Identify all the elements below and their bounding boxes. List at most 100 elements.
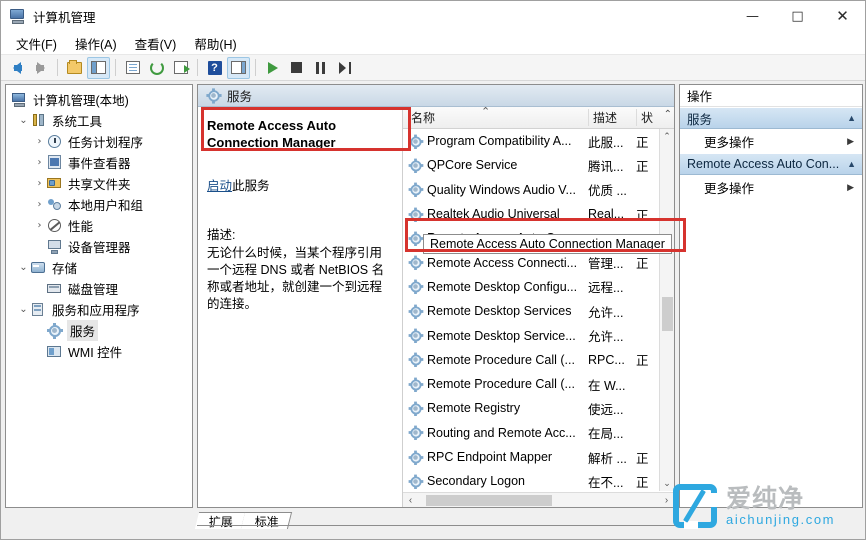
menu-help[interactable]: 帮助(H) — [185, 32, 245, 55]
tree-item-storage[interactable]: ⌄ 存储 — [6, 257, 192, 278]
pause-service-icon[interactable] — [309, 57, 332, 79]
service-name: Remote Access Connecti... — [427, 255, 578, 270]
action-group-label: Remote Access Auto Con... — [687, 157, 840, 171]
help-icon[interactable]: ? — [203, 57, 226, 79]
chevron-up-icon: ⌃ — [663, 109, 672, 120]
service-name: Remote Desktop Configu... — [427, 279, 578, 294]
service-icon — [408, 206, 423, 222]
forward-icon[interactable] — [29, 57, 52, 79]
chevron-right-icon[interactable]: › — [32, 220, 47, 231]
chevron-down-icon[interactable]: ⌄ — [16, 262, 31, 273]
toolbar-separator — [115, 59, 116, 76]
horizontal-scrollbar[interactable]: ‹ › — [403, 492, 674, 507]
back-icon[interactable] — [5, 57, 28, 79]
scroll-right-icon[interactable]: › — [659, 495, 674, 506]
table-row[interactable]: Realtek Audio Universal Real... 正 — [403, 202, 674, 226]
action-item-label: 更多操作 — [704, 181, 755, 196]
column-header-state[interactable]: 状 ⌃ — [636, 109, 674, 126]
tree-item-task-scheduler[interactable]: › 任务计划程序 — [6, 131, 192, 152]
show-action-pane-icon[interactable] — [227, 56, 250, 79]
properties-icon[interactable] — [121, 57, 144, 79]
chevron-right-icon[interactable]: › — [32, 157, 47, 168]
action-item-more-actions-service[interactable]: 更多操作 ▶ — [680, 175, 862, 199]
menu-view[interactable]: 查看(V) — [126, 32, 186, 55]
chevron-down-icon[interactable]: ⌄ — [16, 115, 31, 126]
action-item-more-actions-services[interactable]: 更多操作 ▶ — [680, 129, 862, 153]
service-description: 此服... — [588, 135, 624, 150]
service-name: Quality Windows Audio V... — [427, 182, 576, 197]
start-service-link[interactable]: 启动此服务 — [207, 175, 393, 194]
tab-extended[interactable]: 扩展 — [194, 512, 247, 529]
refresh-icon[interactable] — [145, 57, 168, 79]
tree-item-wmi-control[interactable]: WMI 控件 — [6, 341, 192, 362]
tree-item-shared-folders[interactable]: › 共享文件夹 — [6, 173, 192, 194]
tab-standard[interactable]: 标准 — [240, 512, 293, 529]
tree-item-services-applications[interactable]: ⌄ 服务和应用程序 — [6, 299, 192, 320]
toolbar: ? — [1, 55, 865, 81]
horizontal-scroll-thumb[interactable] — [426, 495, 552, 506]
stop-service-icon[interactable] — [285, 57, 308, 79]
table-row[interactable]: Remote Access Connecti... 管理... 正 — [403, 250, 674, 274]
service-icon — [408, 158, 423, 173]
table-row[interactable]: Routing and Remote Acc... 在局... — [403, 421, 674, 445]
start-service-icon[interactable] — [261, 57, 284, 79]
table-row[interactable]: Quality Windows Audio V... 优质 ... — [403, 178, 674, 202]
table-row[interactable]: RPC Endpoint Mapper 解析 ... 正 — [403, 445, 674, 469]
tree-item-system-tools[interactable]: ⌄ 系统工具 — [6, 110, 192, 131]
scroll-down-icon[interactable]: ⌄ — [660, 476, 674, 491]
tree-item-event-viewer[interactable]: › 事件查看器 — [6, 152, 192, 173]
scroll-left-icon[interactable]: ‹ — [403, 495, 418, 506]
minimize-button[interactable]: — — [730, 1, 775, 32]
menu-action[interactable]: 操作(A) — [66, 32, 126, 55]
service-description: 腾讯... — [588, 159, 624, 174]
chevron-right-icon[interactable]: › — [32, 199, 47, 210]
tree-item-local-users-groups[interactable]: › 本地用户和组 — [6, 194, 192, 215]
maximize-button[interactable]: □ — [775, 1, 820, 32]
service-name: RPC Endpoint Mapper — [427, 450, 553, 464]
table-row[interactable]: Remote Procedure Call (... RPC... 正 — [403, 348, 674, 372]
up-folder-icon[interactable] — [63, 57, 86, 79]
action-group-services[interactable]: 服务 ▲ — [680, 107, 862, 129]
vertical-scroll-thumb[interactable] — [662, 297, 673, 331]
table-row[interactable]: Program Compatibility A... 此服... 正 — [403, 129, 674, 153]
table-row[interactable]: Remote Desktop Configu... 远程... — [403, 275, 674, 299]
export-list-icon[interactable] — [169, 57, 192, 79]
tree-item-disk-management[interactable]: 磁盘管理 — [6, 278, 192, 299]
table-row[interactable]: Remote Registry 使远... — [403, 396, 674, 420]
vertical-scrollbar[interactable]: ⌃ ⌄ — [659, 129, 674, 491]
chevron-right-icon[interactable]: › — [32, 178, 47, 189]
table-row[interactable]: Secondary Logon 在不... 正 — [403, 469, 674, 493]
menu-file[interactable]: 文件(F) — [7, 32, 66, 55]
scroll-up-icon[interactable]: ⌃ — [660, 129, 674, 144]
collapse-icon[interactable]: ▲ — [847, 113, 856, 123]
close-button[interactable]: ✕ — [820, 1, 865, 32]
table-row[interactable]: Remote Procedure Call (... 在 W... — [403, 372, 674, 396]
show-tree-icon[interactable] — [87, 56, 110, 79]
action-group-selected-service[interactable]: Remote Access Auto Con... ▲ — [680, 153, 862, 175]
service-icon — [408, 303, 423, 319]
services-pane-header: 服务 — [198, 85, 674, 107]
service-description: Real... — [588, 207, 625, 222]
collapse-icon[interactable]: ▲ — [847, 159, 856, 169]
table-row[interactable]: QPCore Service 腾讯... 正 — [403, 153, 674, 177]
tree-item-performance[interactable]: › 性能 — [6, 215, 192, 236]
restart-service-icon[interactable] — [333, 57, 356, 79]
table-row[interactable]: Remote Desktop Service... 允许... — [403, 323, 674, 347]
service-name: Remote Registry — [427, 401, 521, 416]
system-tools-icon — [31, 113, 47, 128]
chevron-down-icon[interactable]: ⌄ — [16, 304, 31, 315]
tree-item-root[interactable]: 计算机管理(本地) — [6, 89, 192, 110]
watermark: 爱纯净 aichunjing.com — [673, 484, 835, 529]
start-service-link-action[interactable]: 启动 — [207, 179, 232, 193]
computer-management-window: 计算机管理 — □ ✕ 文件(F) 操作(A) 查看(V) 帮助(H) ? 计算… — [0, 0, 866, 540]
tree-item-services[interactable]: 服务 — [6, 320, 192, 341]
horizontal-scroll-track[interactable] — [418, 495, 659, 506]
column-header-description[interactable]: 描述 — [588, 109, 636, 126]
chevron-right-icon[interactable]: › — [32, 136, 47, 147]
service-description: 使远... — [588, 402, 624, 417]
tree-item-device-manager[interactable]: 设备管理器 — [6, 236, 192, 257]
table-row[interactable]: Remote Desktop Services 允许... — [403, 299, 674, 323]
column-header-name[interactable]: 名称 ⌃ — [403, 107, 588, 126]
watermark-cn: 爱纯净 — [726, 484, 805, 513]
tree-item-label: 性能 — [68, 220, 94, 234]
